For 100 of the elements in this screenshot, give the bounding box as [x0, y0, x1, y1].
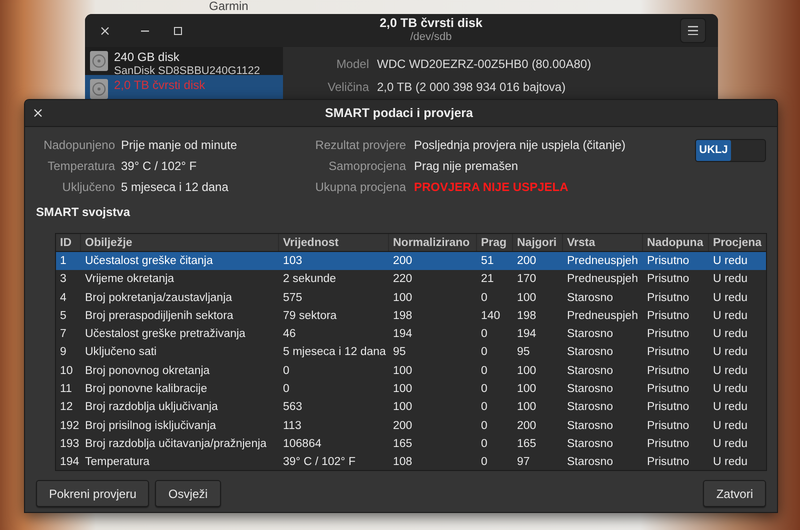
table-cell-text: 192: [59, 418, 80, 434]
column-header[interactable]: Normalizirano: [389, 234, 477, 251]
table-row[interactable]: 5 Broj preraspodijljenih sektora 79 sektora 198 140 198 Predneuspjeh Prisutno U redu: [56, 306, 766, 326]
info-label: Ukupna procjena: [314, 179, 406, 196]
column-header[interactable]: Vrijednost: [279, 234, 389, 251]
detail-label: Model: [335, 56, 369, 73]
table-cell-text: U redu: [712, 436, 749, 452]
table-cell-text: 0: [480, 327, 488, 342]
maximize-icon[interactable]: [174, 26, 182, 34]
table-row[interactable]: 193 Broj razdoblja učitavanja/pražnjenja 106864 165 0 165 Starosno Prisutno U redu: [56, 434, 766, 454]
table-cell-text: Broj razdoblja učitavanja/pražnjenja: [84, 436, 268, 452]
column-header[interactable]: Nadopuna: [643, 234, 709, 251]
table-cell-text: 106864: [282, 436, 322, 452]
table-cell-text: U redu: [712, 400, 749, 416]
table-row[interactable]: 7 Učestalost greške pretraživanja 46 194 0 194 Starosno Prisutno U redu: [56, 325, 766, 344]
table-row[interactable]: 11 Broj ponovne kalibracije 0 100 0 100 Starosno Prisutno U redu: [56, 380, 766, 398]
table-cell-text: 4: [59, 290, 68, 306]
column-header[interactable]: Procjena: [709, 234, 766, 251]
table-row[interactable]: 9 Uključeno sati 5 mjeseca i 12 dana 95 0 95 Starosno Prisutno U redu: [56, 343, 766, 362]
table-row[interactable]: 12 Broj razdoblja uključivanja 563 100 0 100 Starosno Prisutno U redu: [56, 398, 766, 417]
drive-model: SanDisk SD8SBBU240G1122: [114, 64, 260, 78]
minimize-icon[interactable]: [141, 30, 149, 32]
table-row[interactable]: 192 Broj prisilnog isključivanja 113 200 0 200 Starosno Prisutno U redu: [56, 416, 766, 435]
table-cell-text: 100: [392, 382, 414, 398]
dialog-button[interactable]: Pokreni provjeru: [36, 480, 150, 507]
table-cell-text: 193: [59, 436, 80, 452]
info-label: Uključeno: [61, 179, 115, 196]
table-cell-text: Učestalost greške čitanja: [84, 254, 214, 269]
table-cell-text: 1: [59, 254, 68, 269]
column-header[interactable]: Obilježje: [81, 234, 279, 251]
drive-item[interactable]: 240 GB disk SanDisk SD8SBBU240G1122: [85, 47, 283, 75]
column-header[interactable]: ID: [56, 234, 81, 251]
dialog-title: SMART podaci i provjera: [324, 104, 474, 122]
table-cell-text: 0: [480, 382, 488, 398]
table-cell-text: 563: [282, 400, 304, 416]
table-row[interactable]: 194 Temperatura 39° C / 102° F 108 0 97 Starosno Prisutno U redu: [56, 453, 766, 470]
info-value: Prije manje od minute: [121, 137, 238, 154]
table-cell-text: 165: [392, 436, 414, 452]
table-row[interactable]: 3 Vrijeme okretanja 2 sekunde 220 21 170 Predneuspjeh Prisutno U redu: [56, 270, 766, 289]
table-cell-text: Predneuspjeh: [566, 254, 639, 269]
table-cell-text: 0: [480, 418, 488, 434]
table-cell-text: Prisutno: [646, 400, 690, 416]
table-cell-text: Broj preraspodijljenih sektora: [84, 308, 234, 324]
table-cell-text: Prisutno: [646, 345, 690, 360]
dialog-button[interactable]: Osvježi: [155, 480, 221, 507]
table-cell-text: U redu: [712, 345, 749, 360]
desktop-icon-label[interactable]: Garmin: [209, 0, 248, 13]
table-cell-text: U redu: [712, 418, 749, 434]
table-cell-text: Predneuspjeh: [566, 272, 639, 288]
info-value: 39° C / 102° F: [121, 158, 198, 175]
menu-button[interactable]: [680, 18, 706, 43]
table-cell-text: 100: [392, 290, 414, 306]
table-cell-text: U redu: [712, 364, 749, 379]
table-cell-text: 39° C / 102° F: [282, 455, 356, 470]
table-cell-text: 170: [516, 272, 538, 288]
table-cell-text: 140: [480, 308, 502, 324]
table-row[interactable]: 10 Broj ponovnog okretanja 0 100 0 100 Starosno Prisutno U redu: [56, 362, 766, 380]
table-cell-text: Učestalost greške pretraživanja: [84, 327, 246, 342]
table-cell-text: 100: [392, 364, 414, 379]
table-cell-text: U redu: [712, 455, 749, 470]
table-cell-text: Predneuspjeh: [566, 308, 639, 324]
table-cell-text: 220: [392, 272, 414, 288]
table-cell-text: Prisutno: [646, 418, 690, 434]
table-cell-text: Prisutno: [646, 436, 690, 452]
table-cell-text: Prisutno: [646, 308, 690, 324]
close-icon[interactable]: [101, 26, 109, 34]
window-subtitle: /dev/sdb: [410, 31, 452, 46]
table-cell-text: Vrijeme okretanja: [84, 272, 176, 288]
info-label: Temperatura: [46, 158, 115, 175]
table-cell-text: U redu: [712, 272, 749, 288]
table-cell-text: 2 sekunde: [282, 272, 338, 288]
close-dialog-button[interactable]: Zatvori: [703, 480, 766, 507]
table-cell-text: 100: [392, 400, 414, 416]
table-cell-text: Prisutno: [646, 382, 690, 398]
table-cell-text: Prisutno: [646, 290, 690, 306]
info-value: PROVJERA NIJE USPJELA: [414, 179, 570, 196]
table-row[interactable]: 4 Broj pokretanja/zaustavljanja 575 100 0 100 Starosno Prisutno U redu: [56, 288, 766, 307]
table-cell-text: 51: [480, 254, 495, 269]
column-header[interactable]: Prag: [477, 234, 513, 251]
detail-value: 2,0 TB (2 000 398 934 016 bajtova): [377, 79, 567, 96]
table-cell-text: 0: [282, 364, 290, 379]
table-cell-text: Prisutno: [646, 327, 690, 342]
close-icon[interactable]: [34, 109, 42, 117]
table-cell-text: Starosno: [566, 400, 614, 416]
table-row[interactable]: 1 Učestalost greške čitanja 103 200 51 200 Predneuspjeh Prisutno U redu: [56, 252, 766, 270]
table-cell-text: U redu: [712, 290, 749, 306]
table-cell-text: 0: [282, 382, 290, 398]
table-cell-text: 100: [516, 364, 538, 379]
toggle-switch[interactable]: UKLJ: [695, 139, 766, 162]
table-cell-text: 5: [59, 308, 68, 324]
column-header[interactable]: Najgori: [513, 234, 563, 251]
table-cell-text: 9: [59, 345, 68, 360]
table-cell-text: 0: [480, 436, 488, 452]
table-cell-text: Broj razdoblja uključivanja: [84, 400, 219, 416]
table-cell-text: 200: [516, 254, 538, 269]
table-cell-text: 46: [282, 327, 297, 342]
column-header[interactable]: Vrsta: [563, 234, 643, 251]
table-cell-text: 95: [516, 345, 531, 360]
table-cell-text: U redu: [712, 254, 749, 269]
table-cell-text: 12: [59, 400, 74, 416]
